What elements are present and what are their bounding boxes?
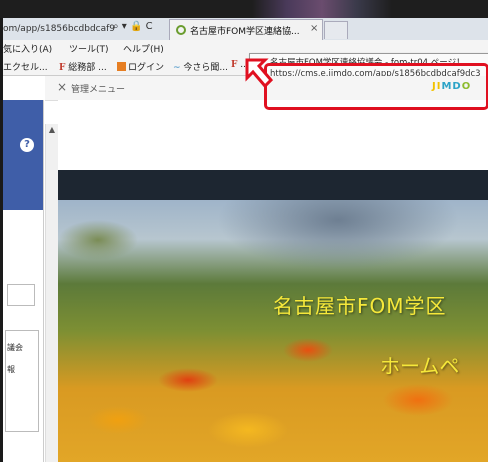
url-highlight-box bbox=[264, 63, 488, 110]
window-top-glow bbox=[252, 0, 392, 18]
new-tab-button[interactable] bbox=[324, 21, 348, 39]
f-site-icon: F bbox=[59, 63, 66, 73]
scroll-up-icon[interactable]: ▲ bbox=[46, 124, 58, 136]
favorite-login[interactable]: ログイン bbox=[117, 60, 164, 73]
left-panel-input[interactable] bbox=[7, 284, 35, 306]
vertical-scrollbar[interactable]: ▲ bbox=[45, 124, 58, 462]
menu-tools[interactable]: ツール(T) bbox=[69, 42, 109, 55]
close-admin-icon[interactable]: × bbox=[57, 80, 67, 94]
address-url[interactable]: om/app/s1856bcdbdcaf9 bbox=[3, 22, 115, 36]
window-top-strip bbox=[0, 0, 488, 18]
left-panel: ? 議会 報 bbox=[3, 100, 44, 462]
favorite-label: 今さら聞... bbox=[183, 63, 229, 73]
f-site-icon: F bbox=[231, 60, 238, 70]
favorite-excel[interactable]: エクセル... bbox=[3, 60, 48, 73]
favorite-label: 総務部 ... bbox=[68, 63, 107, 73]
admin-menu-label[interactable]: 管理メニュー bbox=[71, 82, 125, 95]
pointer-arrow-icon bbox=[245, 58, 274, 89]
site-navigation-band bbox=[58, 170, 488, 200]
grid-app-icon bbox=[117, 62, 126, 71]
left-panel-text: 報 bbox=[7, 365, 15, 374]
hero-subtitle: ホームペ bbox=[380, 354, 460, 378]
help-icon[interactable]: ? bbox=[20, 138, 34, 152]
favorite-imasara[interactable]: ~ 今さら聞... bbox=[173, 60, 228, 73]
jimdo-favicon-icon bbox=[176, 25, 186, 35]
favorite-soumu[interactable]: F 総務部 ... bbox=[59, 60, 107, 73]
hero-title: 名古屋市FOM学区 bbox=[273, 294, 447, 318]
left-panel-header: ? bbox=[3, 100, 43, 210]
menu-favorites[interactable]: 気に入り(A) bbox=[3, 42, 52, 55]
browser-tab-active[interactable]: 名古屋市FOM学区連絡協... × bbox=[169, 19, 323, 41]
address-tab-bar: om/app/s1856bcdbdcaf9 ⌕ ▾ 🔒 C 名古屋市FOM学区連… bbox=[3, 18, 488, 41]
screenshot-frame: om/app/s1856bcdbdcaf9 ⌕ ▾ 🔒 C 名古屋市FOM学区連… bbox=[3, 18, 488, 462]
favorite-label: エクセル... bbox=[3, 63, 48, 73]
address-actions-icon[interactable]: ⌕ ▾ 🔒 C bbox=[113, 21, 153, 32]
left-panel-text: 議会 bbox=[7, 343, 23, 352]
menu-help[interactable]: ヘルプ(H) bbox=[123, 42, 164, 55]
tab-title: 名古屋市FOM学区連絡協... bbox=[190, 27, 300, 37]
hero-image: 名古屋市FOM学区 ホームペ bbox=[58, 200, 488, 462]
tilde-site-icon: ~ bbox=[173, 63, 181, 73]
favorite-label: ログイン bbox=[128, 63, 165, 73]
page-content: 名古屋市FOM学区 ホームペ bbox=[58, 100, 488, 462]
tab-close-icon[interactable]: × bbox=[310, 23, 318, 34]
